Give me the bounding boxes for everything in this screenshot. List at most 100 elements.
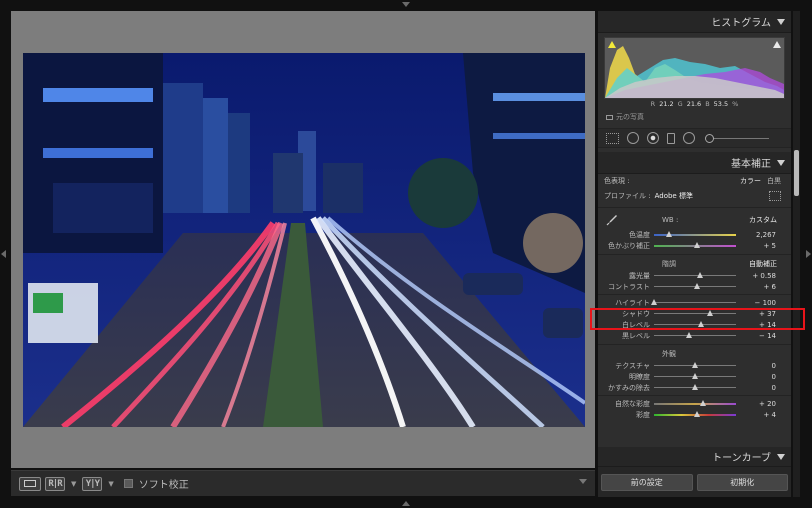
temp-slider[interactable] [654,230,736,237]
before-after-swap-button[interactable]: Y|Y [82,476,103,491]
treatment-color-option[interactable]: カラー [740,176,761,186]
single-view-icon [24,480,36,487]
develop-right-panel: ヒストグラム R 21.2 G 21.6 B 53.5 % 元の写真 基本補正 … [598,11,791,497]
shadow-clipping-icon[interactable] [608,41,616,48]
auto-button[interactable]: 自動補正 [749,259,777,269]
panel-scrollbar[interactable] [794,150,799,196]
profile-browser-icon[interactable] [769,191,781,201]
previous-settings-button[interactable]: 前の設定 [601,473,693,491]
image-canvas [11,11,595,468]
graduated-filter-icon[interactable] [667,132,675,144]
divider [598,207,791,208]
tint-slider-row: 色かぶり補正 + 5 [608,241,776,250]
original-photo-label: 元の写真 [598,112,791,122]
slider-knob[interactable] [686,332,693,338]
slider-knob[interactable] [651,299,657,305]
slider-knob[interactable] [692,373,698,379]
profile-label: プロファイル : [604,192,651,200]
treatment-row: 色表現 : カラー 白黒 [598,174,791,188]
soft-proof-label: ソフト校正 [138,480,189,491]
slider-knob[interactable] [692,384,698,390]
divider [598,344,791,345]
divider [598,395,791,396]
exposure-slider[interactable] [654,272,736,278]
dehaze-slider[interactable] [654,384,736,390]
spot-removal-icon[interactable] [627,132,639,144]
histogram-title: ヒストグラム [711,18,771,29]
photo-icon [606,114,613,120]
before-after-lr-button[interactable]: R|R [45,476,65,491]
chevron-down-icon[interactable]: ▼ [108,480,113,488]
tint-slider[interactable] [654,241,736,248]
right-panel-toggle-icon[interactable] [806,250,811,258]
app-frame: R|R ▼ Y|Y ▼ ソフト校正 ヒストグラム R 21.2 G 21.6 B… [0,0,812,508]
highlight-clipping-icon[interactable] [773,41,781,48]
saturation-slider[interactable] [654,410,736,417]
treatment-bw-option[interactable]: 白黒 [767,176,781,186]
night-street-photo [23,53,585,427]
slider-knob[interactable] [692,362,698,368]
wb-label: WB : [662,216,679,224]
histogram-readout: R 21.2 G 21.6 B 53.5 % [650,100,739,108]
wb-select[interactable]: カスタム [749,215,777,225]
exposure-slider-row: 露光量 + 0.58 [629,271,776,280]
panel-footer: 前の設定 初期化 [598,467,791,497]
bottom-panel-toggle-icon[interactable] [402,501,410,506]
profile-select[interactable]: Adobe 標準 [655,191,693,201]
slider-knob[interactable] [700,399,707,406]
soft-proof-checkbox[interactable] [123,479,133,488]
texture-slider-row: テクスチャ 0 [615,361,776,370]
tone-label: 階調 [662,260,676,268]
blacks-slider-row: 黒レベル − 14 [622,331,776,340]
radial-filter-icon[interactable] [683,132,695,144]
blacks-slider[interactable] [654,332,736,338]
profile-row: プロファイル : Adobe 標準 [598,188,791,204]
adjustment-brush-icon[interactable] [705,133,769,143]
slider-knob[interactable] [693,283,700,289]
collapse-icon [777,453,785,460]
eyedropper-icon[interactable] [606,214,618,226]
slider-knob[interactable] [696,272,703,278]
histogram-graph [605,46,784,98]
highlight-annotation-box [590,308,805,330]
saturation-slider-row: 彩度 + 4 [636,410,776,419]
red-eye-icon[interactable] [647,132,659,144]
slider-knob[interactable] [693,241,700,248]
top-panel-toggle-icon[interactable] [402,2,410,7]
clarity-slider-row: 明瞭度 0 [629,372,776,381]
tone-curve-title: トーンカーブ [712,453,771,464]
toolbar-menu-icon[interactable] [579,479,587,484]
divider [598,294,791,295]
loupe-view-button[interactable] [19,476,41,491]
tool-strip [598,128,791,148]
tone-curve-header[interactable]: トーンカーブ [598,447,791,467]
texture-slider[interactable] [654,362,736,368]
clarity-slider[interactable] [654,373,736,379]
highlights-slider-row: ハイライト − 100 [615,298,776,307]
vibrance-slider-row: 自然な彩度 + 20 [615,399,776,408]
left-panel-toggle-icon[interactable] [1,250,6,258]
tone-row: 階調 自動補正 [598,258,791,270]
panel-scroll-track[interactable] [793,11,800,497]
slider-knob[interactable] [693,410,700,417]
chevron-down-icon[interactable]: ▼ [71,480,76,488]
histogram-header[interactable]: ヒストグラム [598,11,791,33]
crop-overlay-icon[interactable] [606,132,619,144]
histogram[interactable] [604,37,785,99]
presence-label: 外観 [662,350,676,358]
basic-title: 基本補正 [731,159,771,170]
reset-button[interactable]: 初期化 [696,473,788,491]
slider-knob[interactable] [665,230,672,237]
presence-row: 外観 [598,348,791,360]
collapse-icon [777,18,785,25]
collapse-icon [777,159,785,166]
dehaze-slider-row: かすみの除去 0 [608,383,776,392]
basic-header[interactable]: 基本補正 [598,152,791,174]
highlights-slider[interactable] [651,299,736,305]
photo-preview[interactable] [23,53,585,427]
temp-slider-row: 色温度 2,267 [629,230,776,239]
contrast-slider-row: コントラスト + 6 [608,282,776,291]
divider [598,254,791,255]
contrast-slider[interactable] [654,283,736,289]
vibrance-slider[interactable] [654,399,736,406]
